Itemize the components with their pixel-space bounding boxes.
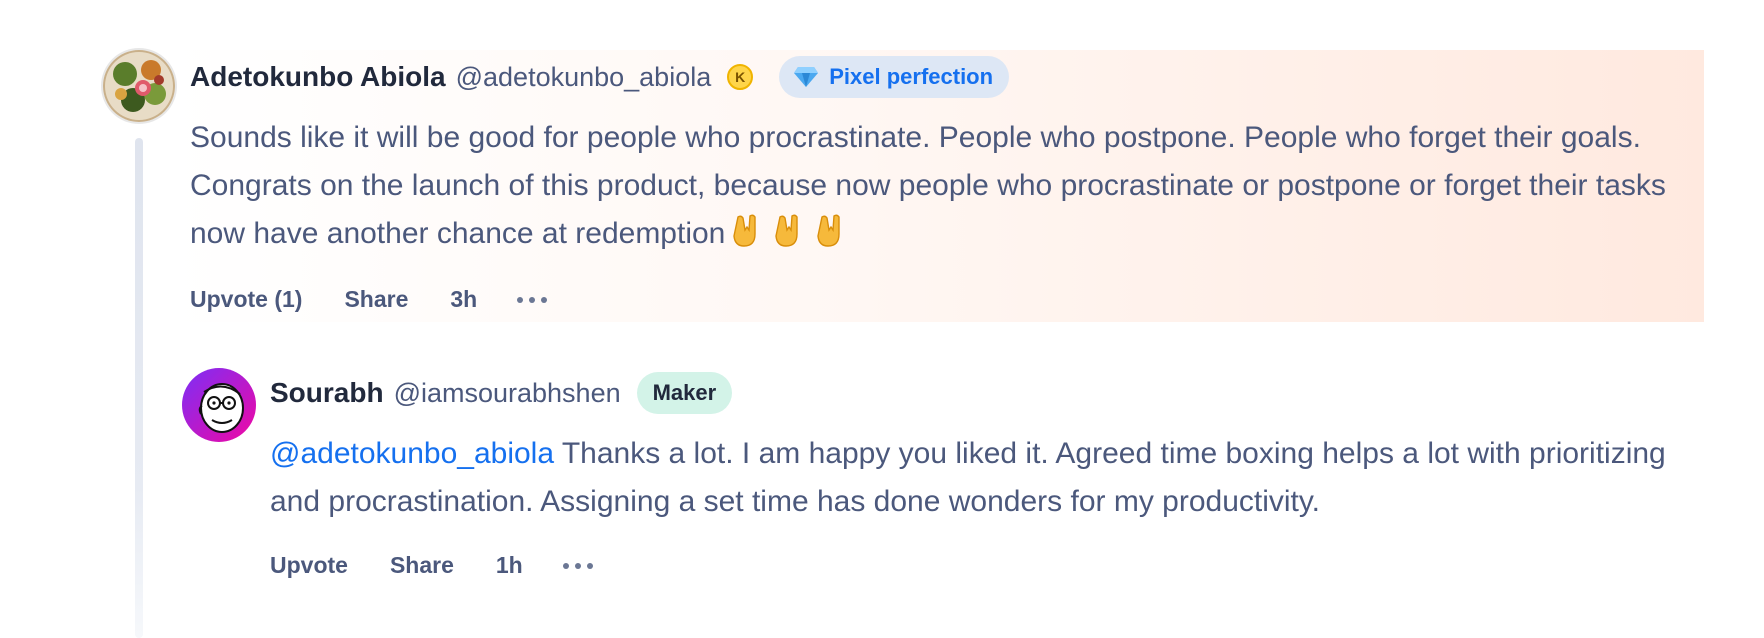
comment-thread: Adetokunbo Abiola @adetokunbo_abiola K P…: [0, 0, 1764, 638]
coin-icon: K: [727, 64, 754, 90]
upvote-button[interactable]: Upvote (1): [190, 286, 302, 313]
timestamp[interactable]: 1h: [496, 552, 523, 579]
sign-of-horns-emoji: [775, 214, 799, 247]
author-name[interactable]: Adetokunbo Abiola: [190, 61, 446, 93]
diamond-icon: [794, 67, 819, 87]
more-dots-icon[interactable]: [562, 559, 593, 573]
reply-actions: Upvote Share 1h: [270, 552, 593, 579]
comment-text: Sounds like it will be good for people w…: [190, 121, 1666, 250]
avatar[interactable]: [182, 368, 256, 442]
sign-of-horns-emoji: [733, 214, 757, 247]
author-name[interactable]: Sourabh: [270, 377, 384, 409]
maker-badge: Maker: [636, 372, 733, 414]
comment-body: Sounds like it will be good for people w…: [190, 114, 1710, 258]
badge-label: Pixel perfection: [829, 64, 994, 89]
comment-header: Adetokunbo Abiola @adetokunbo_abiola K P…: [190, 56, 1010, 98]
comment-actions: Upvote (1) Share 3h: [190, 286, 548, 313]
avatar[interactable]: [103, 50, 175, 122]
timestamp[interactable]: 3h: [450, 286, 477, 313]
mention-link[interactable]: @adetokunbo_abiola: [270, 437, 554, 470]
reply-body: @adetokunbo_abiola Thanks a lot. I am ha…: [270, 430, 1670, 526]
share-button[interactable]: Share: [344, 286, 408, 313]
more-dots-icon[interactable]: [517, 293, 548, 307]
author-handle[interactable]: @adetokunbo_abiola: [456, 62, 712, 93]
reply-header: Sourabh @iamsourabhshen Maker: [270, 372, 733, 414]
thread-connector-line: [135, 138, 143, 638]
sign-of-horns-emoji: [817, 214, 841, 247]
author-handle[interactable]: @iamsourabhshen: [394, 378, 621, 409]
share-button[interactable]: Share: [390, 552, 454, 579]
pixel-perfection-badge[interactable]: Pixel perfection: [779, 56, 1010, 98]
upvote-button[interactable]: Upvote: [270, 552, 348, 579]
